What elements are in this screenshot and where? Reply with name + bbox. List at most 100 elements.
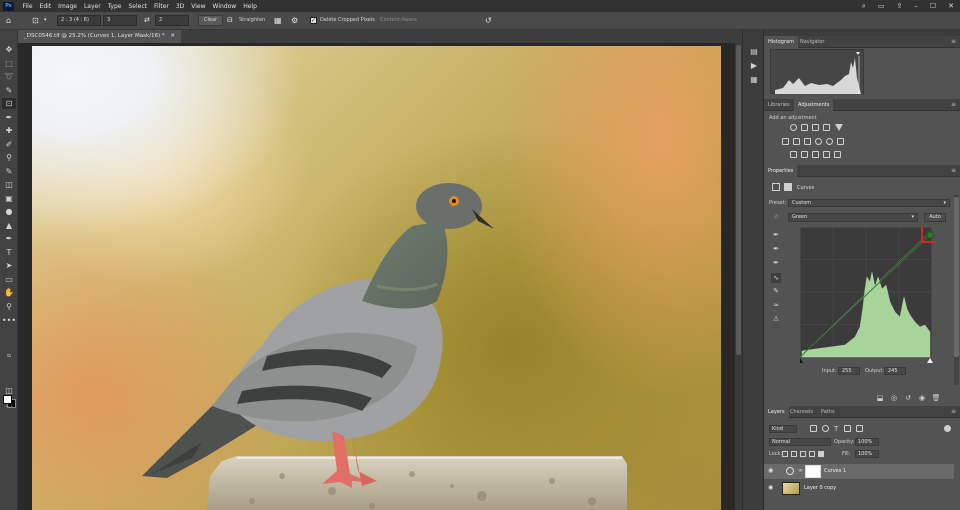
healing-brush-tool-icon[interactable]: ✚: [2, 125, 16, 136]
menu-3d[interactable]: 3D: [172, 3, 187, 10]
brightness-contrast-icon[interactable]: [790, 124, 797, 131]
curves-graph[interactable]: [800, 227, 936, 363]
close-tab-icon[interactable]: ✕: [170, 33, 175, 39]
reset-icon[interactable]: ↺: [485, 16, 492, 25]
white-input-slider[interactable]: [927, 358, 933, 363]
chevron-down-icon[interactable]: ▾: [44, 17, 47, 23]
scrollbar-thumb[interactable]: [736, 45, 741, 355]
tab-layers[interactable]: Layers: [764, 406, 789, 418]
zoom-tool-icon[interactable]: ⚲: [2, 301, 16, 312]
gradient-map-icon[interactable]: [823, 151, 830, 158]
history-brush-tool-icon[interactable]: ✎: [2, 166, 16, 177]
panel-menu-icon[interactable]: ≡: [951, 99, 956, 111]
eye-icon[interactable]: ◉: [768, 485, 776, 491]
channel-select[interactable]: Green ▾: [788, 213, 918, 222]
adjustment-properties-icon[interactable]: [772, 183, 780, 191]
delete-cropped-checkbox[interactable]: ✓: [310, 17, 317, 24]
menu-view[interactable]: View: [188, 3, 209, 10]
brush-tool-icon[interactable]: ✐: [2, 139, 16, 150]
white-point-eyedropper-icon[interactable]: ✒: [771, 258, 781, 268]
panel-menu-icon[interactable]: ≡: [951, 36, 956, 48]
output-field[interactable]: 245: [884, 367, 906, 375]
scrollbar-thumb[interactable]: [954, 197, 959, 357]
invert-icon[interactable]: [790, 151, 797, 158]
vibrance-icon[interactable]: [835, 124, 843, 131]
lock-all-icon[interactable]: [818, 451, 824, 457]
eraser-tool-icon[interactable]: ◫: [2, 179, 16, 190]
swap-icon[interactable]: ⇄: [144, 16, 150, 24]
filter-adjustment-icon[interactable]: [822, 425, 829, 432]
layer-thumbnail[interactable]: [782, 482, 800, 495]
input-field[interactable]: 255: [838, 367, 860, 375]
channel-mixer-icon[interactable]: [826, 138, 833, 145]
layer-row-layer-0-copy[interactable]: ◉ Layer 0 copy: [764, 481, 954, 496]
app-logo[interactable]: Ps: [3, 1, 14, 11]
link-icon[interactable]: ∞: [798, 467, 803, 474]
foreground-color-swatch[interactable]: [3, 395, 12, 404]
straighten-button[interactable]: Straighten: [239, 15, 265, 26]
canvas-area[interactable]: [18, 43, 742, 510]
tab-paths[interactable]: Paths: [817, 406, 839, 418]
preset-select[interactable]: Custom ▾: [788, 199, 950, 207]
swatches-icon[interactable]: ▦: [749, 74, 759, 84]
curve-endpoint-handle[interactable]: [926, 231, 934, 239]
curves-icon[interactable]: [812, 124, 819, 131]
workspace-icon[interactable]: ▭: [878, 2, 885, 10]
menu-type[interactable]: Type: [104, 3, 125, 10]
search-icon[interactable]: ⌕: [862, 2, 866, 11]
color-lookup-icon[interactable]: [837, 138, 844, 145]
share-icon[interactable]: ⇪: [896, 2, 902, 10]
color-balance-icon[interactable]: [793, 138, 800, 145]
hue-saturation-icon[interactable]: [782, 138, 789, 145]
ratio-select[interactable]: 2 : 3 (4 : 6): [57, 15, 101, 26]
move-tool-icon[interactable]: ✥: [2, 44, 16, 55]
clone-stamp-tool-icon[interactable]: ⚲: [2, 152, 16, 163]
actions-play-icon[interactable]: ▶: [749, 60, 759, 70]
photo-canvas[interactable]: [32, 46, 721, 510]
history-icon[interactable]: ▤: [749, 46, 759, 56]
menu-window[interactable]: Window: [209, 3, 240, 10]
panel-menu-icon[interactable]: ≡: [951, 406, 956, 418]
edit-toolbar-icon[interactable]: ⇆: [2, 350, 16, 361]
black-white-icon[interactable]: [804, 138, 811, 145]
menu-file[interactable]: File: [19, 3, 36, 10]
tab-adjustments[interactable]: Adjustments: [794, 99, 834, 111]
more-tools-icon[interactable]: •••: [2, 315, 16, 326]
width-field[interactable]: 3: [103, 15, 137, 26]
marquee-tool-icon[interactable]: ⬚: [2, 58, 16, 69]
lock-image-icon[interactable]: [791, 451, 797, 457]
tab-histogram[interactable]: Histogram: [764, 36, 798, 48]
properties-scrollbar[interactable]: [954, 195, 959, 385]
mask-properties-icon[interactable]: [784, 183, 792, 191]
filter-toggle-icon[interactable]: [944, 425, 951, 432]
tab-properties[interactable]: Properties: [764, 165, 798, 177]
auto-button[interactable]: Auto: [924, 213, 946, 222]
menu-select[interactable]: Select: [125, 3, 151, 10]
height-field[interactable]: 2: [155, 15, 189, 26]
lock-artboard-icon[interactable]: [809, 451, 815, 457]
straighten-icon[interactable]: ⊟: [227, 16, 233, 24]
layer-mask-thumbnail[interactable]: [805, 465, 821, 478]
eyedropper-tool-icon[interactable]: ✒: [2, 112, 16, 123]
exposure-icon[interactable]: [823, 124, 830, 131]
pen-tool-icon[interactable]: ✒: [2, 233, 16, 244]
menu-help[interactable]: Help: [240, 3, 261, 10]
eye-icon[interactable]: ◉: [768, 468, 776, 474]
grid-overlay-icon[interactable]: ▦: [274, 16, 282, 25]
clipping-warning-icon[interactable]: ⚠: [771, 314, 781, 324]
lock-transparent-icon[interactable]: [782, 451, 788, 457]
gradient-tool-icon[interactable]: ▣: [2, 193, 16, 204]
opacity-field[interactable]: 100%: [855, 438, 879, 446]
lock-position-icon[interactable]: [800, 451, 806, 457]
black-point-eyedropper-icon[interactable]: ✒: [771, 230, 781, 240]
home-icon[interactable]: ⌂: [6, 16, 11, 25]
reset-defaults-icon[interactable]: ↺: [904, 394, 912, 402]
clip-to-layer-icon[interactable]: ⬓: [876, 394, 884, 402]
tab-navigator[interactable]: Navigator: [796, 36, 828, 48]
lasso-tool-icon[interactable]: ➰: [2, 71, 16, 82]
maximize-icon[interactable]: ☐: [930, 2, 936, 10]
smooth-curve-icon[interactable]: ≈: [771, 300, 781, 310]
panel-menu-icon[interactable]: ≡: [951, 165, 956, 177]
filter-shape-icon[interactable]: [844, 425, 851, 432]
view-previous-icon[interactable]: ◎: [890, 394, 898, 402]
